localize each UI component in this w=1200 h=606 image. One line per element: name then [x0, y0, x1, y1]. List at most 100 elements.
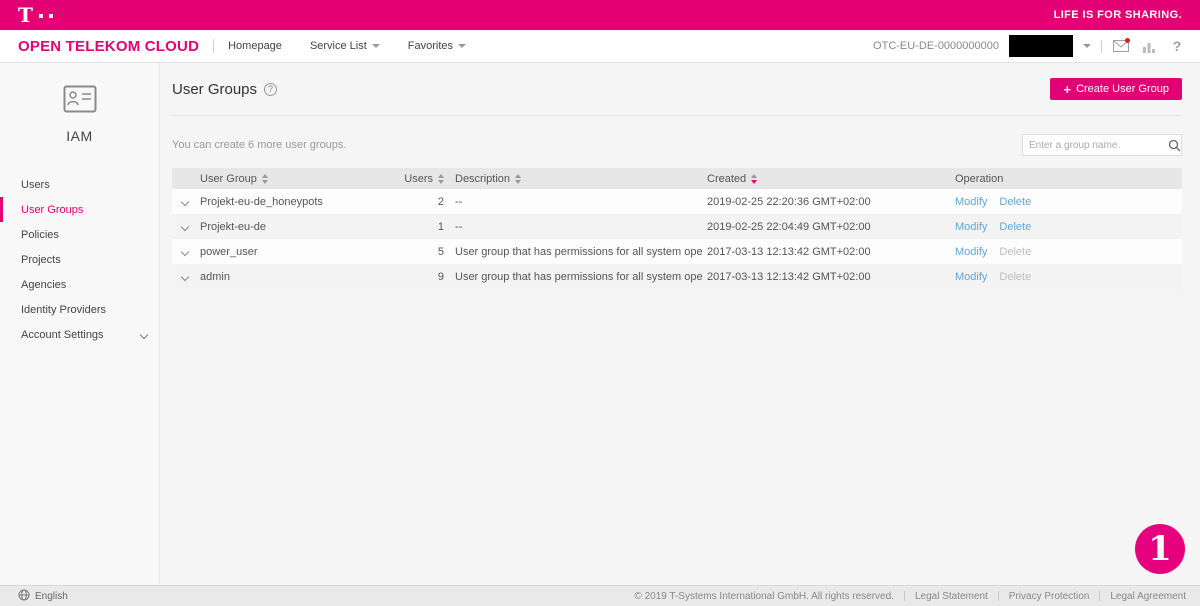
sidebar-item-account-settings[interactable]: Account Settings: [0, 322, 159, 347]
otc-brand-logo[interactable]: OPEN TELEKOM CLOUD: [18, 38, 199, 55]
search-icon[interactable]: [1167, 139, 1181, 152]
expand-row-icon[interactable]: [181, 197, 189, 205]
footer-divider: [998, 591, 999, 601]
table-header-row: User Group Users Description Created Ope…: [172, 168, 1182, 189]
resources-chart-icon[interactable]: [1140, 37, 1158, 55]
footer-links: © 2019 T-Systems International GmbH. All…: [634, 591, 1186, 602]
page-body: IAM Users User Groups Policies Projects …: [0, 63, 1200, 584]
group-description: --: [450, 196, 702, 208]
create-user-group-button[interactable]: + Create User Group: [1050, 78, 1182, 100]
main-content: User Groups ? + Create User Group You ca…: [160, 63, 1200, 584]
group-users-count: 1: [400, 221, 450, 233]
group-created: 2019-02-25 22:04:49 GMT+02:00: [702, 221, 952, 233]
logo-dot: [39, 14, 43, 18]
sidebar-item-projects[interactable]: Projects: [0, 247, 159, 272]
footer-divider: [1099, 591, 1100, 601]
table-tools-row: You can create 6 more user groups.: [172, 134, 1182, 156]
sort-icon[interactable]: [515, 174, 521, 184]
footer-divider: [904, 591, 905, 601]
modify-link[interactable]: Modify: [955, 271, 987, 283]
sidebar-item-identity-providers[interactable]: Identity Providers: [0, 297, 159, 322]
account-dropdown-icon[interactable]: [1083, 44, 1091, 48]
redacted-account-box: [1009, 35, 1073, 57]
privacy-protection-link[interactable]: Privacy Protection: [1009, 591, 1090, 602]
expand-row-icon[interactable]: [181, 247, 189, 255]
group-users-count: 2: [400, 196, 450, 208]
modify-link[interactable]: Modify: [955, 196, 987, 208]
delete-link-disabled: Delete: [999, 246, 1031, 258]
expand-row-icon[interactable]: [181, 222, 189, 230]
table-row: admin 9 User group that has permissions …: [172, 264, 1182, 289]
iam-sidebar: IAM Users User Groups Policies Projects …: [0, 63, 160, 584]
service-header: IAM: [0, 63, 159, 144]
group-users-count: 5: [400, 246, 450, 258]
group-description: User group that has permissions for all …: [450, 271, 702, 283]
nav-favorites[interactable]: Favorites: [408, 40, 466, 52]
group-description: --: [450, 221, 702, 233]
nav-homepage[interactable]: Homepage: [228, 40, 282, 52]
page-footer: English © 2019 T-Systems International G…: [0, 585, 1200, 606]
page-title: User Groups: [172, 81, 257, 98]
group-users-count: 9: [400, 271, 450, 283]
column-header-operation: Operation: [952, 173, 1182, 185]
messages-icon[interactable]: [1112, 37, 1130, 55]
telekom-logo-t: T: [18, 6, 33, 24]
column-header-user-group[interactable]: User Group: [200, 173, 268, 185]
telekom-logo-icon: T: [18, 6, 53, 24]
quota-note: You can create 6 more user groups.: [172, 139, 346, 151]
table-row: Projekt-eu-de_honeypots 2 -- 2019-02-25 …: [172, 189, 1182, 214]
globe-icon: [18, 589, 30, 604]
expand-row-icon[interactable]: [181, 272, 189, 280]
brand-tagline: LIFE IS FOR SHARING.: [1054, 9, 1182, 21]
chevron-down-icon: [458, 44, 466, 48]
table-row: power_user 5 User group that has permiss…: [172, 239, 1182, 264]
sidebar-menu: Users User Groups Policies Projects Agen…: [0, 172, 159, 347]
app-header: OPEN TELEKOM CLOUD Homepage Service List…: [0, 30, 1200, 63]
top-brand-bar: T LIFE IS FOR SHARING.: [0, 0, 1200, 30]
language-selector[interactable]: English: [18, 589, 68, 604]
group-name: power_user: [200, 246, 400, 258]
header-divider: [213, 39, 214, 53]
user-groups-table: User Group Users Description Created Ope…: [172, 168, 1182, 289]
table-row: Projekt-eu-de 1 -- 2019-02-25 22:04:49 G…: [172, 214, 1182, 239]
column-header-created[interactable]: Created: [707, 173, 757, 185]
logo-dot: [49, 14, 53, 18]
sort-icon-active-desc[interactable]: [751, 174, 757, 184]
sidebar-item-agencies[interactable]: Agencies: [0, 272, 159, 297]
group-name: Projekt-eu-de_honeypots: [200, 196, 400, 208]
legal-statement-link[interactable]: Legal Statement: [915, 591, 988, 602]
copyright-text: © 2019 T-Systems International GmbH. All…: [634, 591, 894, 602]
delete-link[interactable]: Delete: [999, 196, 1031, 208]
plus-icon: +: [1063, 83, 1071, 96]
page-title-row: User Groups ? + Create User Group: [172, 63, 1182, 116]
column-header-description[interactable]: Description: [455, 173, 521, 185]
group-description: User group that has permissions for all …: [450, 246, 702, 258]
modify-link[interactable]: Modify: [955, 246, 987, 258]
annotation-step-badge: 1: [1135, 524, 1185, 574]
notification-badge: [1125, 38, 1130, 43]
sort-icon[interactable]: [438, 174, 444, 184]
main-nav: Homepage Service List Favorites: [228, 40, 466, 52]
group-search-box: [1022, 134, 1182, 156]
sidebar-item-user-groups[interactable]: User Groups: [0, 197, 159, 222]
iam-idcard-icon: [63, 85, 97, 118]
header-divider: [1101, 40, 1102, 53]
delete-link[interactable]: Delete: [999, 221, 1031, 233]
sort-icon[interactable]: [262, 174, 268, 184]
column-header-users[interactable]: Users: [404, 173, 444, 185]
sidebar-item-users[interactable]: Users: [0, 172, 159, 197]
help-icon[interactable]: ?: [1168, 37, 1186, 55]
group-name: admin: [200, 271, 400, 283]
header-right-cluster: OTC-EU-DE-0000000000 ?: [873, 35, 1186, 57]
nav-service-list[interactable]: Service List: [310, 40, 380, 52]
title-help-icon[interactable]: ?: [264, 83, 277, 96]
search-input[interactable]: [1023, 140, 1167, 151]
sidebar-item-policies[interactable]: Policies: [0, 222, 159, 247]
legal-agreement-link[interactable]: Legal Agreement: [1110, 591, 1186, 602]
account-name[interactable]: OTC-EU-DE-0000000000: [873, 40, 999, 52]
chevron-down-icon: [372, 44, 380, 48]
group-created: 2019-02-25 22:20:36 GMT+02:00: [702, 196, 952, 208]
group-created: 2017-03-13 12:13:42 GMT+02:00: [702, 246, 952, 258]
modify-link[interactable]: Modify: [955, 221, 987, 233]
service-name: IAM: [0, 128, 159, 144]
